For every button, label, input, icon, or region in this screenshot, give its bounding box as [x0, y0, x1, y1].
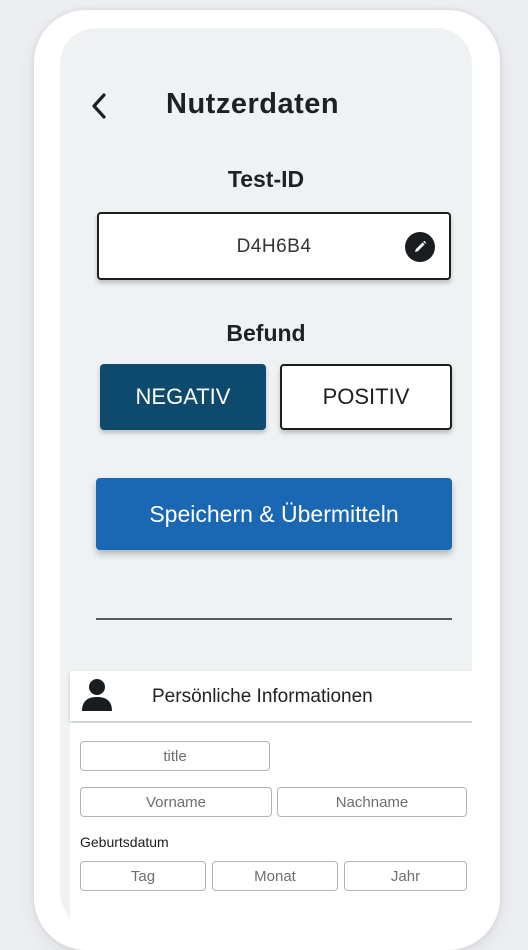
personal-info-form: Geburtsdatum [70, 723, 472, 928]
divider [96, 618, 452, 620]
positive-button[interactable]: POSITIV [280, 364, 452, 430]
personal-info-title: Persönliche Informationen [152, 686, 373, 707]
birthdate-label: Geburtsdatum [80, 834, 169, 850]
birth-month-input[interactable] [212, 861, 338, 891]
firstname-input[interactable] [80, 787, 272, 817]
test-id-value: D4H6B4 [236, 236, 312, 257]
save-submit-button[interactable]: Speichern & Übermitteln [96, 478, 452, 550]
test-id-field[interactable]: D4H6B4 [97, 212, 451, 280]
chevron-left-icon [92, 93, 106, 119]
birth-year-input[interactable] [344, 861, 467, 891]
lastname-input[interactable] [277, 787, 467, 817]
negative-button[interactable]: NEGATIV [100, 364, 266, 430]
pencil-icon [415, 240, 427, 252]
test-id-label: Test-ID [227, 166, 305, 192]
app-screen: Nutzerdaten Test-ID D4H6B4 Befund NEGATI… [60, 28, 472, 928]
personal-info-header: Persönliche Informationen [70, 671, 472, 721]
edit-button[interactable] [405, 232, 435, 262]
person-icon [82, 679, 112, 711]
title-input[interactable] [80, 741, 270, 771]
back-button[interactable] [82, 86, 116, 126]
birth-day-input[interactable] [80, 861, 206, 891]
page-title: Nutzerdaten [166, 88, 340, 120]
result-label: Befund [226, 320, 306, 346]
